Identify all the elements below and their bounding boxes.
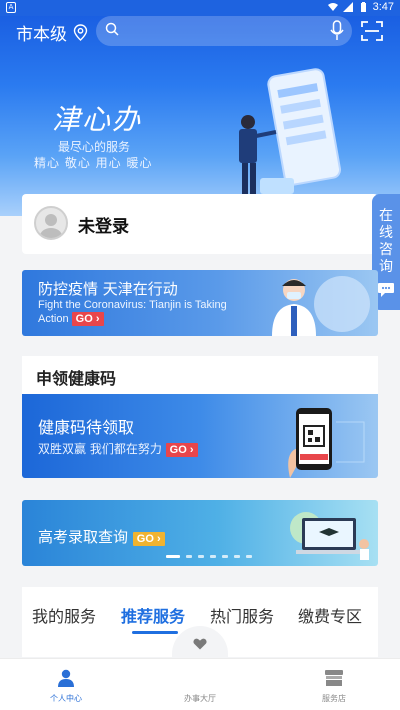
brand-logo: 津心办: [52, 103, 143, 136]
online-consult-label: 在线咨询: [379, 208, 393, 275]
hall-icon: [160, 663, 240, 693]
exam-results-banner[interactable]: 高考录取查询 GO ›: [22, 500, 378, 566]
slogan-values: 精心 敬心 用心 暖心: [34, 156, 153, 170]
person-icon: [58, 669, 74, 687]
clock: 3:47: [372, 1, 394, 13]
search-icon: [105, 22, 119, 36]
nav-personal-center[interactable]: 个人中心: [26, 663, 106, 704]
nav-service-hall[interactable]: 办事大厅: [160, 663, 240, 704]
active-tab-indicator: [132, 631, 178, 634]
hand-phone-qr-illustration: [288, 408, 365, 478]
heart-icon[interactable]: [193, 638, 207, 650]
login-status[interactable]: 未登录: [78, 212, 129, 237]
nav-label: 办事大厅: [184, 694, 216, 703]
notification-icon: A: [6, 2, 16, 13]
epidemic-subtitle: Fight the Coronavirus: Tianjin is Taking…: [38, 299, 227, 326]
city-selector[interactable]: 市本级: [16, 20, 88, 45]
nav-service-store[interactable]: 服务店: [294, 663, 374, 704]
epidemic-banner[interactable]: 防控疫情 天津在行动 Fight the Coronavirus: Tianji…: [22, 270, 378, 336]
health-code-subtitle: 双胜双赢 我们都在努力 GO ›: [38, 440, 198, 457]
health-code-title: 健康码待领取: [38, 418, 135, 437]
nav-label: 个人中心: [50, 694, 82, 703]
health-code-section-header: 申领健康码: [22, 356, 378, 394]
status-right: 3:47: [327, 1, 394, 13]
search-input[interactable]: [96, 16, 352, 46]
user-card[interactable]: 未登录: [22, 194, 378, 254]
avatar: [34, 206, 68, 240]
epidemic-title: 防控疫情 天津在行动: [38, 280, 178, 298]
wifi-icon: [327, 3, 338, 11]
city-label: 市本级: [16, 25, 67, 45]
tab-my-services[interactable]: 我的服务: [32, 603, 96, 627]
slogan: 最尽心的服务: [58, 140, 131, 154]
location-pin-icon: [73, 24, 88, 41]
battery-icon: [360, 2, 366, 12]
default-avatar-icon: [40, 214, 62, 238]
go-button[interactable]: GO ›: [165, 443, 198, 457]
tab-payment-zone[interactable]: 缴费专区: [298, 603, 362, 627]
go-button[interactable]: GO ›: [132, 532, 165, 546]
signal-icon: [342, 2, 353, 12]
laptop-graduation-illustration: [290, 512, 369, 560]
doctor-illustration: [272, 276, 370, 336]
header-hero: 市本级 津心办 最尽心的服务 精心 敬心 用心 暖心: [0, 16, 400, 216]
microphone-icon[interactable]: [330, 20, 344, 42]
tab-popular-services[interactable]: 热门服务: [210, 603, 274, 627]
exam-title: 高考录取查询 GO ›: [38, 526, 165, 547]
phone-illustration: [239, 68, 342, 195]
section-title: 申领健康码: [36, 369, 117, 388]
chat-bubble-icon: [378, 283, 394, 297]
bottom-navigation: 个人中心 办事大厅 服务店: [0, 658, 400, 710]
nav-label: 服务店: [322, 694, 346, 703]
store-icon: [325, 670, 343, 686]
go-button[interactable]: GO ›: [71, 312, 104, 326]
scan-icon[interactable]: [361, 21, 383, 41]
carousel-indicator: [166, 555, 252, 558]
status-bar: A 3:47: [0, 0, 400, 16]
health-code-banner[interactable]: 健康码待领取 双胜双赢 我们都在努力 GO ›: [22, 394, 378, 478]
tab-recommended-services[interactable]: 推荐服务: [121, 603, 185, 627]
